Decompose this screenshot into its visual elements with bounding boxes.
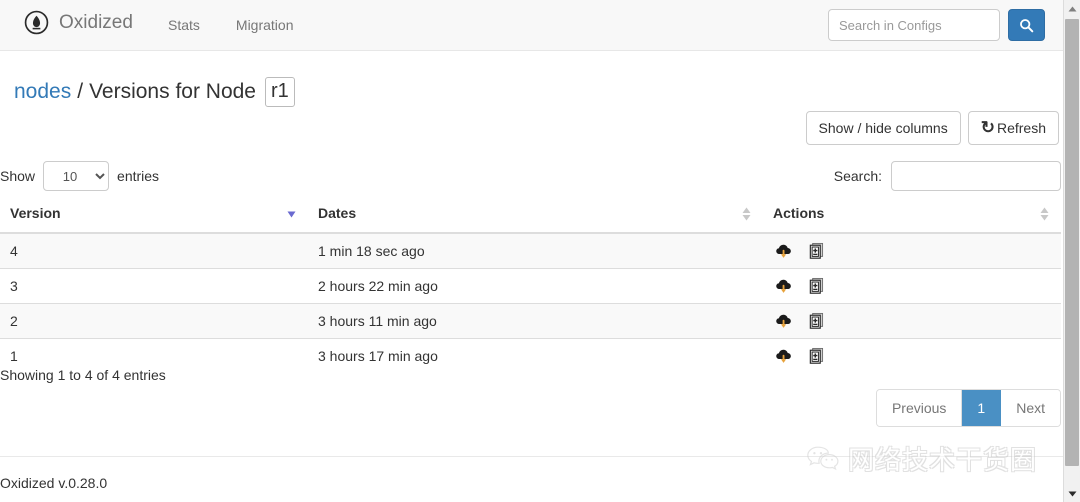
cloud-download-icon[interactable] (775, 312, 793, 330)
table-filter-input[interactable] (891, 161, 1061, 191)
cell-actions (763, 268, 1061, 304)
cell-dates: 3 hours 17 min ago (308, 338, 763, 373)
cell-dates: 2 hours 22 min ago (308, 268, 763, 304)
table-row[interactable]: 4 1 min 18 sec ago (0, 232, 1061, 269)
column-header-version-label: Version (10, 205, 61, 221)
table-filter-label: Search: (833, 168, 882, 184)
cell-version: 3 (0, 268, 308, 304)
cell-actions (763, 338, 1061, 373)
sort-descending-icon (287, 211, 296, 218)
pagination-next[interactable]: Next (1001, 390, 1060, 426)
table-body: 4 1 min 18 sec ago 3 2 hours 22 min ago … (0, 232, 1061, 373)
footer-version-label: Oxidized v.0.28.0 (0, 475, 108, 491)
pagination-previous[interactable]: Previous (876, 390, 963, 426)
brand[interactable]: Oxidized (24, 10, 133, 35)
navbar-search (828, 9, 1045, 41)
navbar: Oxidized Stats Migration (0, 0, 1063, 51)
entries-prefix-label: Show (0, 168, 36, 184)
file-diff-icon[interactable] (808, 347, 826, 365)
cell-dates: 1 min 18 sec ago (308, 232, 763, 269)
watermark: 网络技术干货圈 (806, 440, 1037, 477)
brand-label: Oxidized (59, 12, 133, 33)
entries-per-page-select[interactable]: 10 25 50 100 (43, 161, 110, 191)
watermark-text: 网络技术干货圈 (848, 446, 1038, 476)
row-actions (773, 277, 1051, 295)
file-diff-icon[interactable] (808, 277, 826, 295)
search-icon (1020, 18, 1034, 32)
row-actions (773, 242, 1051, 260)
triangle-up-icon (1068, 6, 1076, 11)
cell-actions (763, 303, 1061, 339)
page-title: Versions for Node (89, 80, 256, 103)
show-hide-columns-label: Show / hide columns (818, 120, 948, 136)
refresh-button[interactable]: ↻ Refresh (967, 111, 1059, 145)
table-head: Version Dates Actions (0, 196, 1061, 234)
column-header-actions-label: Actions (773, 205, 825, 221)
search-button[interactable] (1008, 9, 1045, 41)
cell-dates: 3 hours 11 min ago (308, 303, 763, 339)
column-header-actions[interactable]: Actions (763, 196, 1061, 234)
file-diff-icon[interactable] (808, 242, 826, 260)
footer-divider (0, 456, 1063, 457)
refresh-label: Refresh (996, 120, 1046, 136)
column-header-version[interactable]: Version (0, 196, 308, 234)
breadcrumb: nodes / Versions for Node r1 (14, 77, 295, 107)
oxidized-flame-icon (24, 10, 49, 35)
pagination-page-1[interactable]: 1 (962, 390, 1002, 426)
sort-both-icon (1040, 207, 1049, 221)
cell-version: 2 (0, 303, 308, 339)
versions-table: Version Dates Actions 4 1 min 18 sec ago… (0, 196, 1061, 373)
nav-link-migration[interactable]: Migration (218, 0, 312, 51)
sort-both-icon (742, 207, 751, 221)
nav-links: Stats Migration (150, 0, 312, 51)
table-filter: Search: (834, 161, 1061, 191)
table-row[interactable]: 3 2 hours 22 min ago (0, 268, 1061, 304)
pagination: Previous 1 Next (875, 389, 1061, 427)
table-info: Showing 1 to 4 of 4 entries (0, 367, 166, 383)
file-diff-icon[interactable] (808, 312, 826, 330)
cloud-download-icon[interactable] (775, 242, 793, 260)
entries-length-control: Show 10 25 50 100 entries (0, 161, 159, 191)
scrollbar-thumb[interactable] (1065, 19, 1079, 466)
refresh-icon: ↻ (980, 118, 995, 137)
table-toolbar: Show / hide columns ↻ Refresh (805, 111, 1059, 145)
search-input[interactable] (828, 9, 1000, 41)
cell-actions (763, 232, 1061, 269)
nav-link-stats[interactable]: Stats (150, 0, 218, 51)
row-actions (773, 312, 1051, 330)
browser-page: Oxidized Stats Migration nodes (0, 0, 1080, 502)
vertical-scrollbar[interactable] (1063, 0, 1080, 502)
wechat-icon (807, 446, 839, 470)
page-viewport: Oxidized Stats Migration nodes (0, 0, 1063, 502)
entries-suffix-label: entries (117, 168, 160, 184)
table-row[interactable]: 2 3 hours 11 min ago (0, 303, 1061, 339)
table-header-row: Version Dates Actions (0, 196, 1061, 234)
column-header-dates[interactable]: Dates (308, 196, 763, 234)
row-actions (773, 347, 1051, 365)
breadcrumb-separator: / (77, 80, 84, 103)
column-header-dates-label: Dates (318, 205, 357, 221)
show-hide-columns-button[interactable]: Show / hide columns (805, 111, 961, 145)
scrollbar-up-button[interactable] (1064, 0, 1080, 17)
cell-version: 4 (0, 232, 308, 269)
scrollbar-down-button[interactable] (1064, 485, 1080, 502)
breadcrumb-link-nodes[interactable]: nodes (14, 78, 71, 106)
triangle-down-icon (1068, 491, 1076, 496)
node-name-badge: r1 (265, 77, 295, 107)
cloud-download-icon[interactable] (775, 347, 793, 365)
cloud-download-icon[interactable] (775, 277, 793, 295)
